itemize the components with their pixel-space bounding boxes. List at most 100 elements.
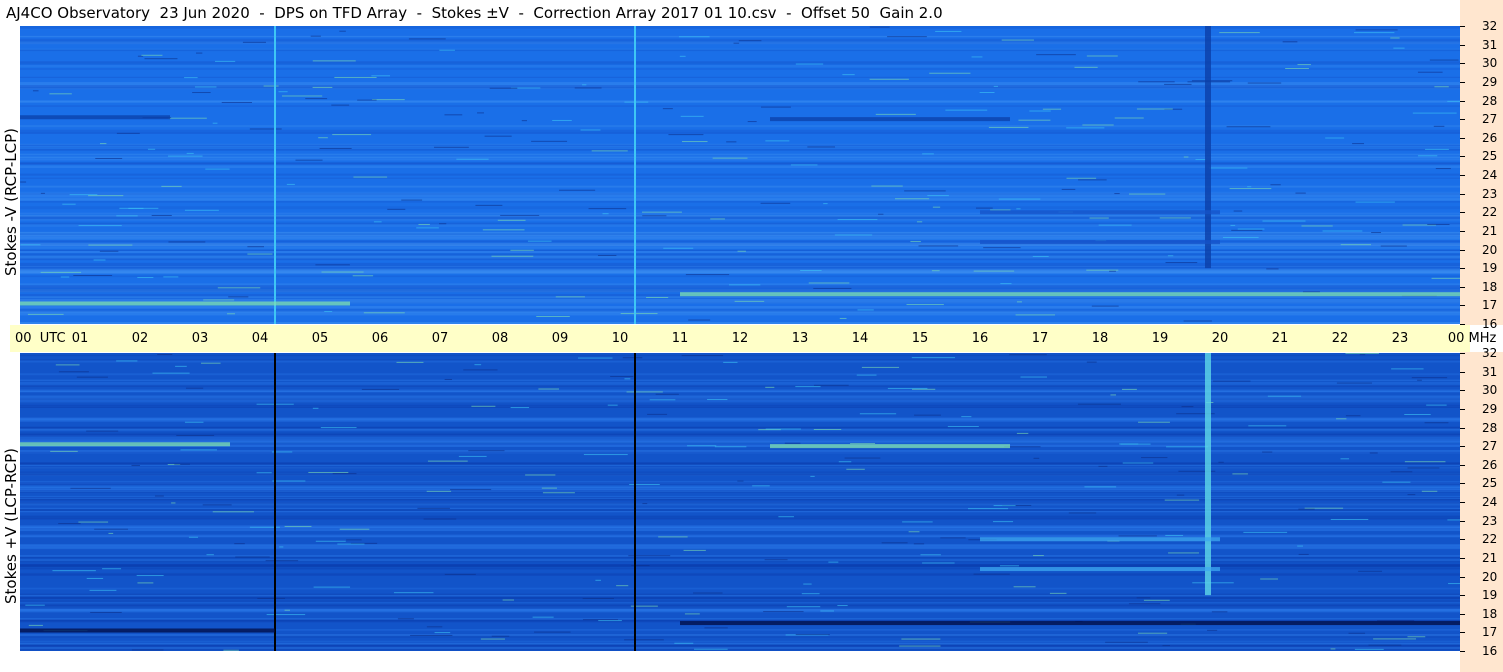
top-panel-speckle xyxy=(434,146,469,148)
top-panel-speckle xyxy=(373,221,382,223)
utc-tick-label: 11 xyxy=(671,331,689,346)
bottom-panel-speckle xyxy=(180,449,218,451)
bottom-panel-speckle xyxy=(1330,518,1369,520)
frequency-tick xyxy=(1460,324,1465,325)
top-panel-speckle xyxy=(217,287,261,289)
utc-tick-label: 10 xyxy=(611,331,629,346)
top-panel-speckle xyxy=(27,313,64,315)
top-panel-speckle xyxy=(357,99,377,101)
bottom-panel-horizontal-band-6 xyxy=(680,621,1460,626)
top-panel-speckle xyxy=(906,304,944,306)
top-panel-texture-row xyxy=(20,87,1460,90)
top-panel-speckle xyxy=(387,208,406,210)
top-panel-speckle xyxy=(321,271,364,273)
top-panel-vertical-line-0 xyxy=(274,26,276,324)
utc-tick-label: 14 xyxy=(851,331,869,346)
bottom-panel-speckle xyxy=(681,355,724,357)
top-panel-speckle xyxy=(1390,37,1400,39)
top-panel-speckle xyxy=(1340,244,1371,246)
bottom-panel-texture-row xyxy=(20,381,1460,385)
top-panel-texture-row xyxy=(20,185,1460,188)
top-panel-texture-row xyxy=(20,149,1460,151)
top-panel-speckle xyxy=(559,189,596,191)
bottom-panel-speckle xyxy=(1105,641,1148,643)
frequency-tick xyxy=(1460,502,1465,503)
frequency-tick-label: 22 xyxy=(1482,532,1498,547)
top-panel-speckle xyxy=(1128,193,1166,195)
bottom-panel-speckle xyxy=(458,455,487,457)
frequency-tick xyxy=(1460,156,1465,158)
top-panel-speckle xyxy=(1086,269,1119,271)
top-panel-speckle xyxy=(1354,32,1395,34)
top-panel-texture-row xyxy=(20,242,1460,246)
frequency-tick-label: 32 xyxy=(1482,346,1498,360)
top-panel-speckle xyxy=(685,274,730,276)
top-panel-speckle xyxy=(226,313,236,315)
bottom-panel-speckle xyxy=(212,511,254,513)
top-panel-speckle xyxy=(945,109,988,111)
top-panel-speckle xyxy=(1086,55,1118,57)
utc-tick-label: 06 xyxy=(371,331,389,346)
top-panel-speckle xyxy=(1078,179,1107,181)
utc-tick-label: 08 xyxy=(491,331,509,346)
bottom-panel-speckle xyxy=(795,634,830,636)
utc-time-axis: 00 UTC 01 02 03 04 05 06 07 08 09 10 11 12 13 14 15 16 17… xyxy=(10,325,1496,352)
stokes-plus-v-plot xyxy=(20,353,1460,651)
bottom-panel-speckle xyxy=(434,632,451,634)
bottom-panel-speckle xyxy=(1298,553,1309,555)
bottom-panel-speckle xyxy=(1404,461,1446,463)
top-panel-speckle xyxy=(40,271,82,273)
top-panel-speckle xyxy=(500,214,540,216)
bottom-panel-speckle xyxy=(1373,638,1417,640)
top-panel-texture-row xyxy=(20,275,1460,278)
bottom-panel-speckle xyxy=(912,388,936,390)
top-panel-texture-row xyxy=(20,105,1460,107)
bottom-panel-speckle xyxy=(1122,388,1137,390)
bottom-panel-speckle xyxy=(622,357,643,359)
top-panel-speckle xyxy=(20,181,27,183)
bottom-panel-speckle xyxy=(361,388,400,390)
bottom-panel-texture-row xyxy=(20,535,1460,538)
bottom-panel-speckle xyxy=(801,593,820,595)
top-panel-speckle xyxy=(878,213,884,215)
bottom-panel-texture-row xyxy=(20,603,1460,606)
top-panel-texture-row xyxy=(20,306,1460,310)
top-panel-speckle xyxy=(1195,159,1206,161)
top-panel-ylabel: Stokes -V (RCP-LCP) xyxy=(2,128,20,276)
bottom-panel-speckle xyxy=(223,649,239,651)
frequency-tick xyxy=(1460,193,1465,195)
bottom-panel-speckle xyxy=(1262,451,1273,453)
bottom-panel-speckle xyxy=(538,388,560,390)
top-panel-speckle xyxy=(1434,86,1449,88)
top-panel-speckle xyxy=(295,159,323,161)
top-panel-speckle xyxy=(168,117,207,119)
top-panel-texture-row xyxy=(20,262,1460,266)
top-panel-speckle xyxy=(1325,137,1345,139)
top-panel-speckle xyxy=(1282,41,1298,43)
top-panel-texture-row xyxy=(20,253,1460,256)
frequency-tick xyxy=(1460,464,1465,466)
bottom-panel-speckle xyxy=(272,480,306,482)
bottom-panel-speckle xyxy=(417,507,450,509)
top-panel-horizontal-band-3 xyxy=(20,301,350,306)
top-panel-speckle xyxy=(1247,186,1252,188)
frequency-tick xyxy=(1460,81,1465,83)
top-panel-texture-row xyxy=(20,35,1460,38)
bottom-panel-speckle xyxy=(256,472,272,474)
top-panel-speckle xyxy=(1183,156,1189,158)
top-panel-speckle xyxy=(88,244,133,246)
top-panel-speckle xyxy=(334,76,377,78)
top-panel-speckle xyxy=(973,270,1015,272)
utc-tick-label: 17 xyxy=(1031,331,1049,346)
top-panel-speckle xyxy=(1425,148,1449,150)
bottom-panel-speckle xyxy=(856,374,877,376)
top-panel-speckle xyxy=(416,227,439,229)
top-panel-speckle xyxy=(439,49,455,51)
top-panel-speckle xyxy=(979,91,995,93)
bottom-panel-speckle xyxy=(131,649,164,651)
top-panel-speckle xyxy=(1109,270,1116,272)
bottom-panel-texture-row xyxy=(20,489,1460,491)
top-panel-speckle xyxy=(49,93,72,95)
bottom-panel-speckle xyxy=(922,562,955,564)
top-panel-speckle xyxy=(931,270,940,272)
